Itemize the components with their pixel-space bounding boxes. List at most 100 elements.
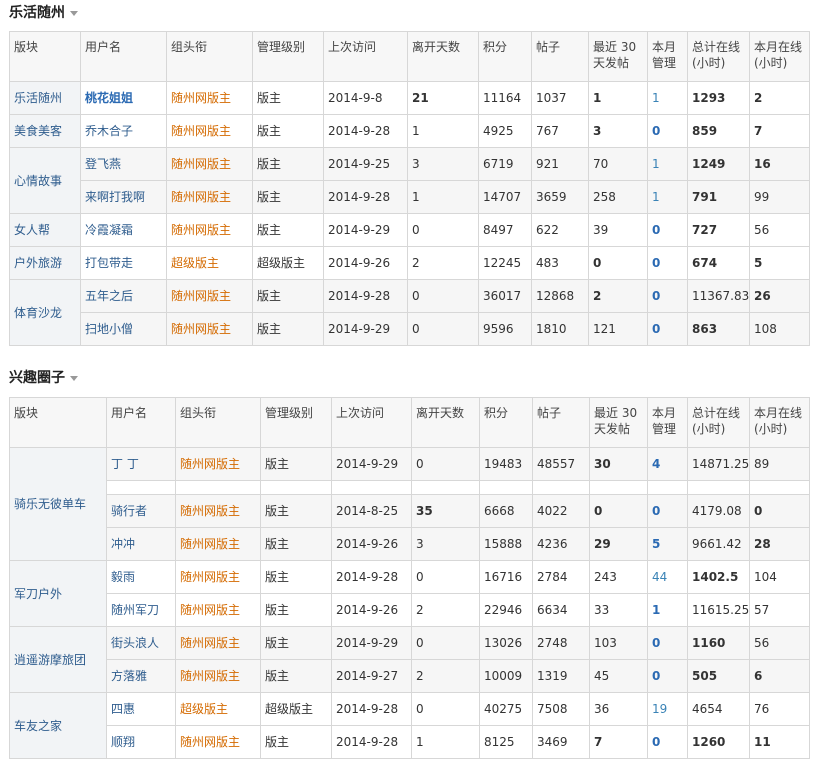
points: 4925 xyxy=(478,114,532,148)
month-online: 5 xyxy=(749,246,810,280)
group-title: 随州网版主 xyxy=(166,213,253,247)
points: 13026 xyxy=(479,626,533,660)
user-link[interactable]: 冷霞凝霜 xyxy=(80,213,167,247)
month-online: 76 xyxy=(749,692,810,726)
group-title: 随州网版主 xyxy=(175,447,261,481)
table-row: 逍遥游摩旅团 街头浪人 随州网版主 版主 2014-9-29 0 13026 2… xyxy=(9,626,810,693)
col-header: 管理级别 xyxy=(260,397,332,448)
last-visit: 2014-8-25 xyxy=(331,494,412,528)
recent-posts: 45 xyxy=(589,659,648,693)
posts: 767 xyxy=(531,114,589,148)
admin-level: 版主 xyxy=(252,279,324,313)
last-visit: 2014-9-28 xyxy=(323,114,408,148)
days-away: 0 xyxy=(411,447,480,481)
recent-posts: 29 xyxy=(589,527,648,561)
group-title: 随州网版主 xyxy=(175,560,261,594)
days-away: 0 xyxy=(411,692,480,726)
table-row: 顺翔 随州网版主 版主 2014-9-28 1 8125 3469 7 0 12… xyxy=(10,725,810,759)
admin-level: 版主 xyxy=(260,626,332,660)
posts: 4022 xyxy=(532,494,590,528)
forum-link[interactable]: 车友之家 xyxy=(9,692,107,759)
last-visit: 2014-9-25 xyxy=(323,147,408,181)
recent-posts: 2 xyxy=(588,279,648,313)
total-online: 791 xyxy=(687,180,750,214)
points: 11164 xyxy=(478,81,532,115)
forum-link[interactable]: 心情故事 xyxy=(9,147,81,214)
user-link[interactable]: 五年之后 xyxy=(80,279,167,313)
user-link[interactable]: 冲冲 xyxy=(106,527,176,561)
month-manage: 0 xyxy=(647,312,688,346)
month-manage: 4 xyxy=(647,447,688,481)
chevron-down-icon[interactable] xyxy=(70,375,78,381)
forum-link[interactable]: 乐活随州 xyxy=(9,81,81,115)
posts: 3659 xyxy=(531,180,589,214)
forum-link[interactable]: 美食美客 xyxy=(9,114,81,148)
user-link[interactable]: 扫地小僧 xyxy=(80,312,167,346)
section-title-xingqu[interactable]: 兴趣圈子 xyxy=(9,367,78,387)
user-link[interactable]: 丁 丁 xyxy=(106,447,176,481)
month-manage: 1 xyxy=(647,180,688,214)
total-online: 1160 xyxy=(687,626,750,660)
group-title: 随州网版主 xyxy=(175,626,261,660)
days-away: 0 xyxy=(411,560,480,594)
recent-posts: 121 xyxy=(588,312,648,346)
user-link[interactable]: 乔木合子 xyxy=(80,114,167,148)
group-title: 随州网版主 xyxy=(166,312,253,346)
forum-link[interactable]: 女人帮 xyxy=(9,213,81,247)
user-link[interactable]: 四惠 xyxy=(106,692,176,726)
user-link[interactable]: 顺翔 xyxy=(106,725,176,759)
total-online: 1249 xyxy=(687,147,750,181)
recent-posts: 103 xyxy=(589,626,648,660)
table-row: 来啊打我啊 随州网版主 版主 2014-9-28 1 14707 3659 25… xyxy=(10,180,810,214)
moderator-table-1: 版块 用户名 组头衔 管理级别 上次访问 离开天数 积分 帖子 最近 30 天发… xyxy=(9,31,810,346)
table-row: 美食美客 乔木合子 随州网版主 版主 2014-9-28 1 4925 767 … xyxy=(9,114,810,148)
last-visit: 2014-9-28 xyxy=(331,725,412,759)
month-online: 57 xyxy=(749,593,810,627)
forum-link[interactable]: 户外旅游 xyxy=(9,246,81,280)
points: 6668 xyxy=(479,494,533,528)
user-link[interactable]: 随州军刀 xyxy=(106,593,176,627)
month-online: 56 xyxy=(749,626,810,660)
forum-link[interactable]: 逍遥游摩旅团 xyxy=(9,626,107,693)
col-header: 组头衔 xyxy=(175,397,261,448)
month-manage: 0 xyxy=(647,659,688,693)
admin-level: 版主 xyxy=(252,312,324,346)
forum-link[interactable]: 骑乐无彼单车 xyxy=(9,447,107,561)
month-manage: 1 xyxy=(647,81,688,115)
month-manage: 0 xyxy=(647,279,688,313)
recent-posts: 36 xyxy=(589,692,648,726)
last-visit: 2014-9-28 xyxy=(331,560,412,594)
points: 15888 xyxy=(479,527,533,561)
user-link[interactable]: 打包带走 xyxy=(80,246,167,280)
col-header: 版块 xyxy=(9,31,81,82)
days-away: 21 xyxy=(407,81,479,115)
user-link[interactable]: 街头浪人 xyxy=(106,626,176,660)
forum-link[interactable]: 体育沙龙 xyxy=(9,279,81,346)
month-online: 7 xyxy=(749,114,810,148)
user-link[interactable]: 桃花姐姐 xyxy=(80,81,167,115)
user-link[interactable]: 方落雅 xyxy=(106,659,176,693)
admin-level: 版主 xyxy=(260,725,332,759)
table-row: 冲冲 随州网版主 版主 2014-9-26 3 15888 4236 29 5 … xyxy=(10,527,810,561)
posts: 4236 xyxy=(532,527,590,561)
user-link[interactable]: 来啊打我啊 xyxy=(80,180,167,214)
days-away: 0 xyxy=(407,312,479,346)
points: 12245 xyxy=(478,246,532,280)
recent-posts: 0 xyxy=(588,246,648,280)
group-title: 随州网版主 xyxy=(175,725,261,759)
total-online: 1402.5 xyxy=(687,560,750,594)
total-online: 11615.25 xyxy=(687,593,750,627)
points: 8497 xyxy=(478,213,532,247)
user-link[interactable]: 骑行者 xyxy=(106,494,176,528)
table-header-row: 版块 用户名 组头衔 管理级别 上次访问 离开天数 积分 帖子 最近 30 天发… xyxy=(9,31,810,82)
col-header: 上次访问 xyxy=(331,397,412,448)
forum-link[interactable]: 军刀户外 xyxy=(9,560,107,627)
section-title-lehuo[interactable]: 乐活随州 xyxy=(9,2,78,22)
user-link[interactable]: 毅雨 xyxy=(106,560,176,594)
month-manage: 0 xyxy=(647,246,688,280)
points: 8125 xyxy=(479,725,533,759)
chevron-down-icon[interactable] xyxy=(70,10,78,16)
last-visit: 2014-9-26 xyxy=(331,527,412,561)
user-link[interactable]: 登飞燕 xyxy=(80,147,167,181)
days-away: 2 xyxy=(411,659,480,693)
